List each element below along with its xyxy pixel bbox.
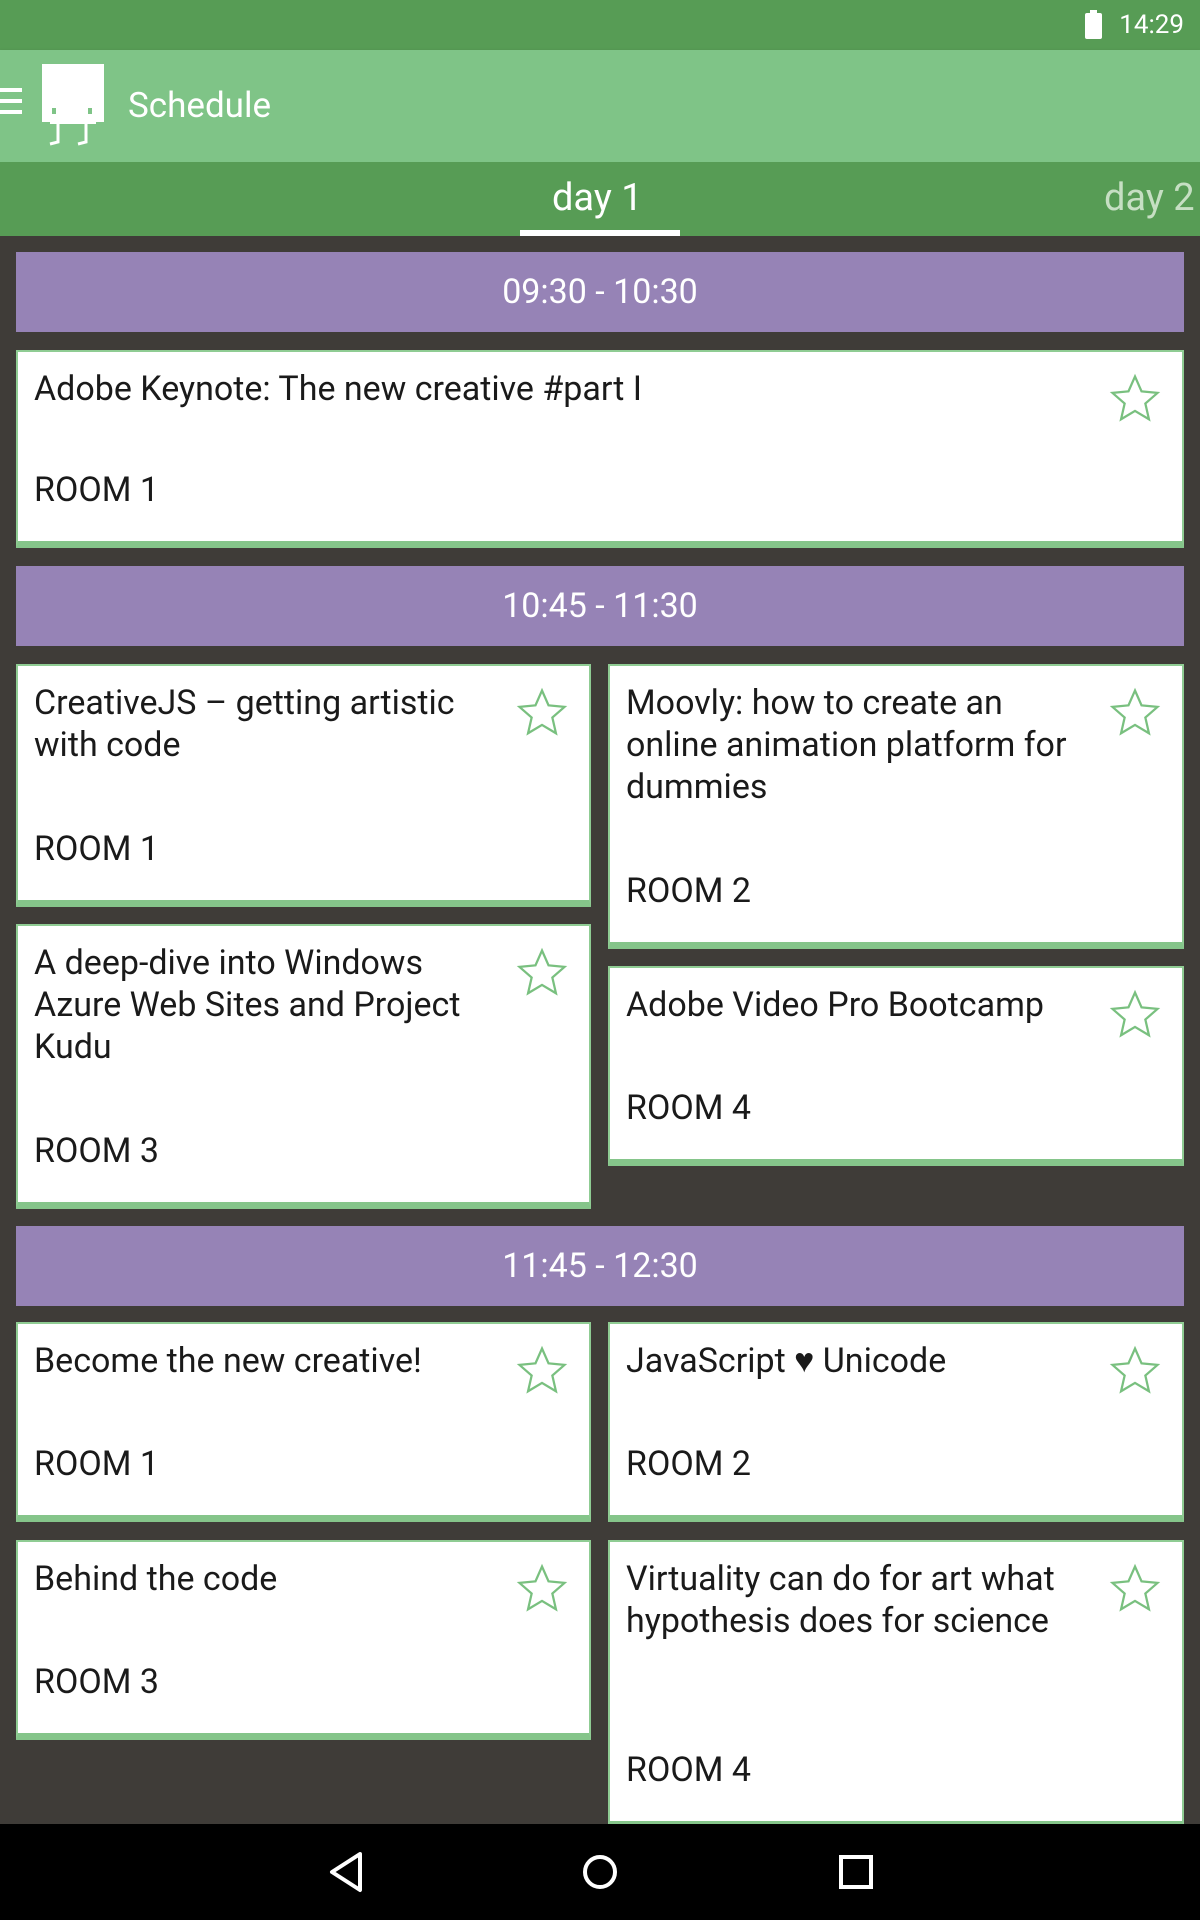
status-time: 14:29 — [1119, 10, 1184, 40]
session-room: ROOM 4 — [626, 1750, 751, 1790]
star-icon[interactable] — [515, 1562, 569, 1616]
session-card[interactable]: Become the new creative! ROOM 1 — [16, 1322, 591, 1522]
session-room: ROOM 1 — [34, 470, 159, 510]
session-room: ROOM 2 — [626, 1444, 751, 1484]
session-room: ROOM 3 — [34, 1131, 159, 1171]
session-title: Become the new creative! — [34, 1341, 422, 1381]
session-card[interactable]: Virtuality can do for art what hypothesi… — [608, 1540, 1184, 1828]
session-card[interactable]: A deep-dive into Windows Azure Web Sites… — [16, 924, 591, 1209]
day-tabs: day 1 day 2 — [0, 162, 1200, 236]
time-slot-header: 10:45 - 11:30 — [16, 566, 1184, 646]
tab-day-1[interactable]: day 1 — [552, 176, 643, 220]
star-icon[interactable] — [515, 686, 569, 740]
tab-day-2[interactable]: day 2 — [1104, 176, 1195, 220]
session-card[interactable]: Adobe Video Pro Bootcamp ROOM 4 — [608, 966, 1184, 1166]
session-card[interactable]: Adobe Keynote: The new creative #part I … — [16, 350, 1184, 548]
session-room: ROOM 1 — [34, 829, 159, 869]
time-slot-header: 11:45 - 12:30 — [16, 1226, 1184, 1306]
status-bar: 14:29 — [0, 0, 1200, 50]
session-title: Virtuality can do for art what hypothesi… — [626, 1559, 1055, 1641]
app-title: Schedule — [128, 85, 272, 126]
session-title: Adobe Keynote: The new creative #part I — [34, 369, 642, 409]
session-title: JavaScript ♥ Unicode — [626, 1341, 947, 1381]
session-card[interactable]: JavaScript ♥ Unicode ROOM 2 — [608, 1322, 1184, 1522]
star-icon[interactable] — [1108, 988, 1162, 1042]
session-room: ROOM 1 — [34, 1444, 159, 1484]
session-title: Behind the code — [34, 1559, 278, 1599]
battery-icon — [1085, 10, 1102, 39]
star-icon[interactable] — [1108, 1562, 1162, 1616]
session-room: ROOM 2 — [626, 871, 751, 911]
recents-icon[interactable] — [836, 1850, 876, 1894]
back-icon[interactable] — [326, 1850, 366, 1894]
time-slot-header: 09:30 - 10:30 — [16, 252, 1184, 332]
session-title: Adobe Video Pro Bootcamp — [626, 985, 1044, 1025]
session-room: ROOM 3 — [34, 1662, 159, 1702]
star-icon[interactable] — [1108, 372, 1162, 426]
home-icon[interactable] — [580, 1850, 620, 1894]
session-room: ROOM 4 — [626, 1088, 751, 1128]
session-card[interactable]: Moovly: how to create an online animatio… — [608, 664, 1184, 949]
system-nav-bar — [0, 1824, 1200, 1920]
hamburger-menu-icon[interactable] — [0, 88, 22, 120]
app-logo — [42, 64, 104, 146]
star-icon[interactable] — [515, 1344, 569, 1398]
session-title: Moovly: how to create an online animatio… — [626, 683, 1067, 807]
session-card[interactable]: CreativeJS – getting artistic with code … — [16, 664, 591, 907]
star-icon[interactable] — [1108, 686, 1162, 740]
session-title: A deep-dive into Windows Azure Web Sites… — [34, 943, 461, 1067]
tab-indicator — [520, 230, 680, 236]
session-card[interactable]: Behind the code ROOM 3 — [16, 1540, 591, 1740]
star-icon[interactable] — [515, 946, 569, 1000]
star-icon[interactable] — [1108, 1344, 1162, 1398]
session-title: CreativeJS – getting artistic with code — [34, 683, 455, 765]
app-bar: Schedule — [0, 50, 1200, 162]
